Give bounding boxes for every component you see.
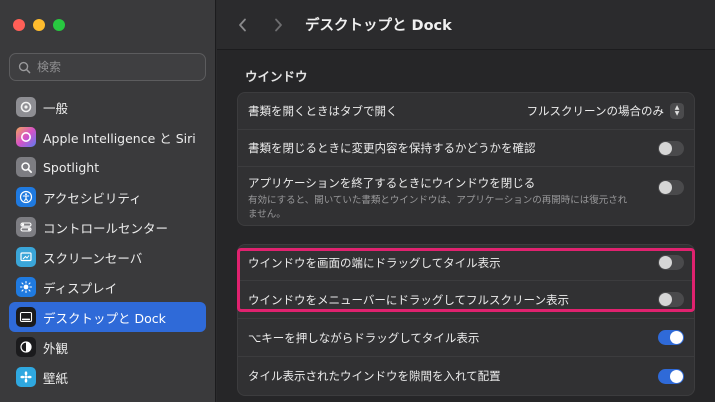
row-label: 書類を開くときはタブで開く xyxy=(248,104,398,118)
system-settings-window: 一般 Apple Intelligence と Siri Spotlight ア… xyxy=(0,0,715,402)
sidebar-item-label: 外観 xyxy=(43,340,69,356)
appearance-icon xyxy=(16,337,36,357)
drag-to-edge-tile-toggle[interactable] xyxy=(658,255,684,270)
settings-row: ウインドウをメニューバーにドラッグしてフルスクリーン表示 xyxy=(238,281,694,319)
settings-row: ウインドウを画面の端にドラッグしてタイル表示 xyxy=(238,245,694,281)
row-label: 書類を閉じるときに変更内容を保持するかどうかを確認 xyxy=(248,141,536,155)
sidebar-item-appearance[interactable]: 外観 xyxy=(9,332,206,362)
tiled-windows-margins-toggle[interactable] xyxy=(658,368,684,384)
wallpaper-icon xyxy=(16,367,36,387)
chevron-right-icon xyxy=(274,18,282,31)
back-button[interactable] xyxy=(233,15,251,35)
row-label: ウインドウをメニューバーにドラッグしてフルスクリーン表示 xyxy=(248,292,569,307)
sidebar-item-accessibility[interactable]: アクセシビリティ xyxy=(9,182,206,212)
option-drag-tile-toggle[interactable] xyxy=(658,330,684,345)
toolbar: デスクトップと Dock xyxy=(217,0,715,50)
sidebar-item-desktop-dock[interactable]: デスクトップと Dock xyxy=(9,302,206,332)
open-documents-in-tabs-select[interactable]: フルスクリーンの場合のみ ▲ ▼ xyxy=(527,103,684,119)
window-controls xyxy=(13,19,65,31)
sidebar-item-label: コントロールセンター xyxy=(43,220,169,236)
settings-row: 書類を開くときはタブで開く フルスクリーンの場合のみ ▲ ▼ xyxy=(238,93,694,130)
minimize-button[interactable] xyxy=(33,19,45,31)
chevron-down-icon: ▼ xyxy=(674,110,680,117)
select-stepper: ▲ ▼ xyxy=(670,103,684,119)
sidebar-item-label: ディスプレイ xyxy=(43,280,118,296)
sidebar-item-general[interactable]: 一般 xyxy=(9,92,206,122)
sidebar-item-label: アクセシビリティ xyxy=(43,190,142,206)
sidebar-item-displays[interactable]: ディスプレイ xyxy=(9,272,206,302)
page-title: デスクトップと Dock xyxy=(305,18,452,34)
close-button[interactable] xyxy=(13,19,25,31)
sidebar-nav: 一般 Apple Intelligence と Siri Spotlight ア… xyxy=(9,92,206,392)
screensaver-icon xyxy=(16,247,36,267)
row-label: ウインドウを画面の端にドラッグしてタイル表示 xyxy=(248,255,501,270)
gear-icon xyxy=(16,97,36,117)
ask-keep-changes-toggle[interactable] xyxy=(658,140,684,156)
sidebar-item-screensaver[interactable]: スクリーンセーバ xyxy=(9,242,206,272)
sidebar-item-wallpaper[interactable]: 壁紙 xyxy=(9,362,206,392)
chevron-left-icon xyxy=(238,18,246,31)
dock-icon xyxy=(16,307,36,327)
sidebar-item-label: デスクトップと Dock xyxy=(43,310,166,326)
search-field[interactable] xyxy=(9,53,206,81)
display-brightness-icon xyxy=(16,277,36,297)
sidebar-item-spotlight[interactable]: Spotlight xyxy=(9,152,206,182)
search-input[interactable] xyxy=(37,60,197,74)
row-label: ⌥キーを押しながらドラッグしてタイル表示 xyxy=(248,330,480,345)
spotlight-search-icon xyxy=(16,157,36,177)
zoom-button[interactable] xyxy=(53,19,65,31)
control-center-icon xyxy=(16,217,36,237)
settings-row: タイル表示されたウインドウを隙間を入れて配置 xyxy=(238,357,694,395)
drag-to-menubar-fullscreen-toggle[interactable] xyxy=(658,292,684,307)
sidebar-item-label: 一般 xyxy=(43,100,69,116)
close-windows-on-quit-toggle[interactable] xyxy=(658,180,684,195)
row-description: 有効にすると、開いていた書類とウインドウは、アプリケーションの再開時には復元され… xyxy=(248,195,628,220)
sidebar-item-apple-intelligence-siri[interactable]: Apple Intelligence と Siri xyxy=(9,122,206,152)
accessibility-icon xyxy=(16,187,36,207)
sidebar: 一般 Apple Intelligence と Siri Spotlight ア… xyxy=(0,0,216,402)
settings-row: アプリケーションを終了するときにウインドウを閉じる 有効にすると、開いていた書類… xyxy=(238,167,694,225)
siri-icon xyxy=(16,127,36,147)
settings-row: ⌥キーを押しながらドラッグしてタイル表示 xyxy=(238,319,694,357)
row-label: タイル表示されたウインドウを隙間を入れて配置 xyxy=(248,369,501,383)
select-value: フルスクリーンの場合のみ xyxy=(526,104,664,118)
settings-row: 書類を閉じるときに変更内容を保持するかどうかを確認 xyxy=(238,130,694,167)
sidebar-item-control-center[interactable]: コントロールセンター xyxy=(9,212,206,242)
row-label: アプリケーションを終了するときにウインドウを閉じる xyxy=(248,176,536,190)
sidebar-item-label: 壁紙 xyxy=(43,370,69,386)
main-pane: デスクトップと Dock ウインドウ 書類を開くときはタブで開く フルスクリーン… xyxy=(217,0,715,402)
tiling-settings-group: ウインドウを画面の端にドラッグしてタイル表示 ウインドウをメニューバーにドラッグ… xyxy=(237,244,695,396)
sidebar-item-label: Apple Intelligence と Siri xyxy=(43,130,196,146)
forward-button[interactable] xyxy=(269,15,287,35)
sidebar-item-label: スクリーンセーバ xyxy=(43,250,143,266)
sidebar-item-label: Spotlight xyxy=(43,159,100,175)
search-icon xyxy=(18,61,31,73)
window-settings-group: 書類を開くときはタブで開く フルスクリーンの場合のみ ▲ ▼ 書類を閉じるときに… xyxy=(237,92,695,226)
section-title: ウインドウ xyxy=(245,69,308,84)
